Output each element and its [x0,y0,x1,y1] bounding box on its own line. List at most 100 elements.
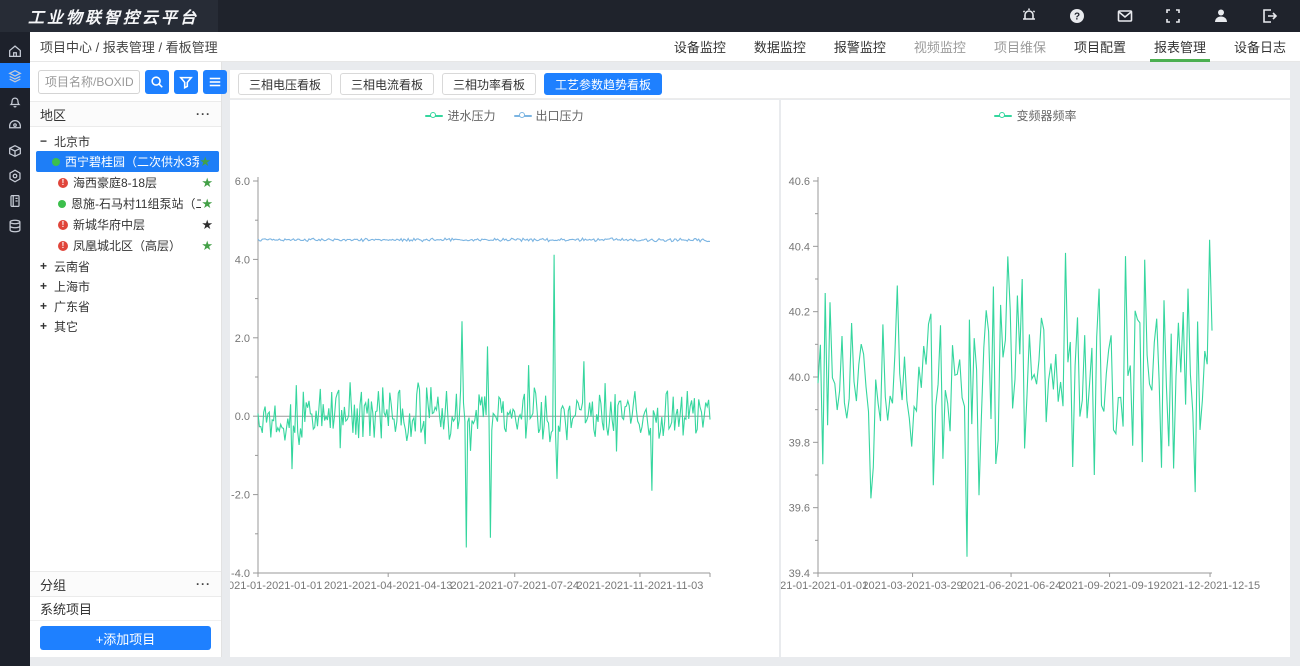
site-label: 凤凰城北区（高层） [73,237,201,254]
legend-item-进水压力[interactable]: 进水压力 [425,107,495,124]
favorite-star-icon[interactable]: ★ [201,217,221,233]
expand-icon[interactable]: + [40,299,54,313]
filter-button[interactable] [174,70,198,94]
tree-province-北京市[interactable]: −北京市 [30,131,221,151]
nav-item-项目维保[interactable]: 项目维保 [994,32,1046,62]
mail-icon[interactable] [1116,7,1134,25]
site-label: 恩施-石马村11组泵站（二次供水） [71,195,201,212]
alarm-icon: ! [58,241,68,251]
tree-site-item[interactable]: ! 凤凰城北区（高层）★ [36,235,221,256]
user-icon[interactable] [1212,7,1230,25]
app-title: 工业物联智控云平台 [28,4,199,28]
brand: 工业物联智控云平台 [0,0,218,32]
svg-text:2021-2021-01-2021-01-01: 2021-2021-01-2021-01-01 [230,580,322,592]
tree-province-云南省[interactable]: +云南省 [30,256,221,276]
chart-legend: 变频器频率 [781,107,1290,124]
svg-text:39.8: 39.8 [789,437,810,449]
frequency-chart-canvas[interactable]: 40.640.440.240.039.839.639.42021-01-2021… [781,100,1290,656]
favorite-star-icon[interactable]: ★ [201,238,221,254]
legend-label: 进水压力 [447,107,495,124]
expand-icon[interactable]: + [40,279,54,293]
tab-三相电流看板[interactable]: 三相电流看板 [340,73,434,95]
rail-item-bell[interactable] [0,88,30,113]
camera-icon [7,118,23,134]
province-label: 广东省 [54,298,90,315]
alarm-light-icon[interactable] [1020,7,1038,25]
site-label: 海西豪庭8-18层 [73,174,201,191]
help-icon[interactable]: ? [1068,7,1086,25]
tab-工艺参数趋势看板[interactable]: 工艺参数趋势看板 [544,73,662,95]
svg-text:40.2: 40.2 [789,307,810,319]
rail-item-camera[interactable] [0,113,30,138]
charts-row: 进水压力出口压力 6.04.02.00.0-2.0-4.02021-2021-0… [230,100,1290,657]
group-header-label: 分组 [40,575,66,594]
legend-item-出口压力[interactable]: 出口压力 [514,107,584,124]
favorite-star-icon[interactable]: ★ [201,175,221,191]
rail-item-layers[interactable] [0,63,30,88]
legend-line-circle-icon [425,112,443,120]
search-button[interactable] [145,70,169,94]
bell-icon [7,93,23,109]
filter-icon [179,75,193,89]
rail-item-home[interactable] [0,38,30,63]
svg-text:2.0: 2.0 [235,333,250,345]
rail-item-notebook[interactable] [0,188,30,213]
svg-text:2021-03-2021-03-29: 2021-03-2021-03-29 [862,580,962,592]
nav-item-设备日志[interactable]: 设备日志 [1234,32,1286,62]
tree-province-其它[interactable]: +其它 [30,316,221,336]
legend-label: 出口压力 [536,107,584,124]
left-rail [0,32,30,666]
expand-icon[interactable]: + [40,259,54,273]
breadcrumb: 项目中心 / 报表管理 / 看板管理 [40,37,218,56]
group-more-button[interactable]: ··· [196,577,211,591]
tab-三相电压看板[interactable]: 三相电压看板 [238,73,332,95]
notebook-icon [7,193,23,209]
svg-text:39.4: 39.4 [789,568,810,580]
rail-item-database[interactable] [0,213,30,238]
system-project-item[interactable]: 系统项目 [30,597,221,621]
svg-text:2021-12-2021-12-15: 2021-12-2021-12-15 [1160,580,1260,592]
nav-item-视频监控[interactable]: 视频监控 [914,32,966,62]
menu-icon [208,75,222,89]
layers-icon [7,68,23,84]
add-project-button[interactable]: +添加项目 [40,626,211,650]
svg-text:2021-2021-04-2021-04-13: 2021-2021-04-2021-04-13 [324,580,452,592]
province-label: 其它 [54,318,78,335]
tree-site-item[interactable]: 西宁碧桂园（二次供水3泵）★ [36,151,219,172]
dashboard-tabs: 三相电压看板三相电流看板三相功率看板工艺参数趋势看板 [230,70,1290,99]
rail-item-hexagon[interactable] [0,163,30,188]
frequency-trend-chart: 变频器频率 40.640.440.240.039.839.639.42021-0… [781,100,1290,657]
rail-item-package[interactable] [0,138,30,163]
site-label: 新城华府中层 [73,216,201,233]
tree-site-item[interactable]: ! 新城华府中层★ [36,214,221,235]
pressure-chart-canvas[interactable]: 6.04.02.00.0-2.0-4.02021-2021-01-2021-01… [230,100,779,656]
region-more-button[interactable]: ··· [196,107,211,121]
nav-item-项目配置[interactable]: 项目配置 [1074,32,1126,62]
svg-text:0.0: 0.0 [235,411,250,423]
legend-item-变频器频率[interactable]: 变频器频率 [994,107,1076,124]
tree-province-上海市[interactable]: +上海市 [30,276,221,296]
favorite-star-icon[interactable]: ★ [201,196,221,212]
tree-site-item[interactable]: 恩施-石马村11组泵站（二次供水）★ [36,193,221,214]
alarm-icon: ! [58,220,68,230]
tab-三相功率看板[interactable]: 三相功率看板 [442,73,536,95]
svg-text:40.0: 40.0 [789,372,810,384]
expand-icon[interactable]: + [40,319,54,333]
nav-item-报表管理[interactable]: 报表管理 [1154,32,1206,62]
home-icon [7,43,23,59]
svg-text:6.0: 6.0 [235,176,250,188]
menu-button[interactable] [203,70,227,94]
nav-item-数据监控[interactable]: 数据监控 [754,32,806,62]
svg-text:2021-01-2021-01-01: 2021-01-2021-01-01 [781,580,868,592]
header-icon-group: ? [1020,7,1300,25]
logout-icon[interactable] [1260,7,1278,25]
fullscreen-icon[interactable] [1164,7,1182,25]
nav-item-报警监控[interactable]: 报警监控 [834,32,886,62]
tree-site-item[interactable]: ! 海西豪庭8-18层★ [36,172,221,193]
collapse-icon[interactable]: − [40,134,54,148]
tree-province-广东省[interactable]: +广东省 [30,296,221,316]
search-input[interactable] [38,70,140,94]
favorite-star-icon[interactable]: ★ [199,154,219,170]
nav-item-设备监控[interactable]: 设备监控 [674,32,726,62]
alarm-icon: ! [58,178,68,188]
